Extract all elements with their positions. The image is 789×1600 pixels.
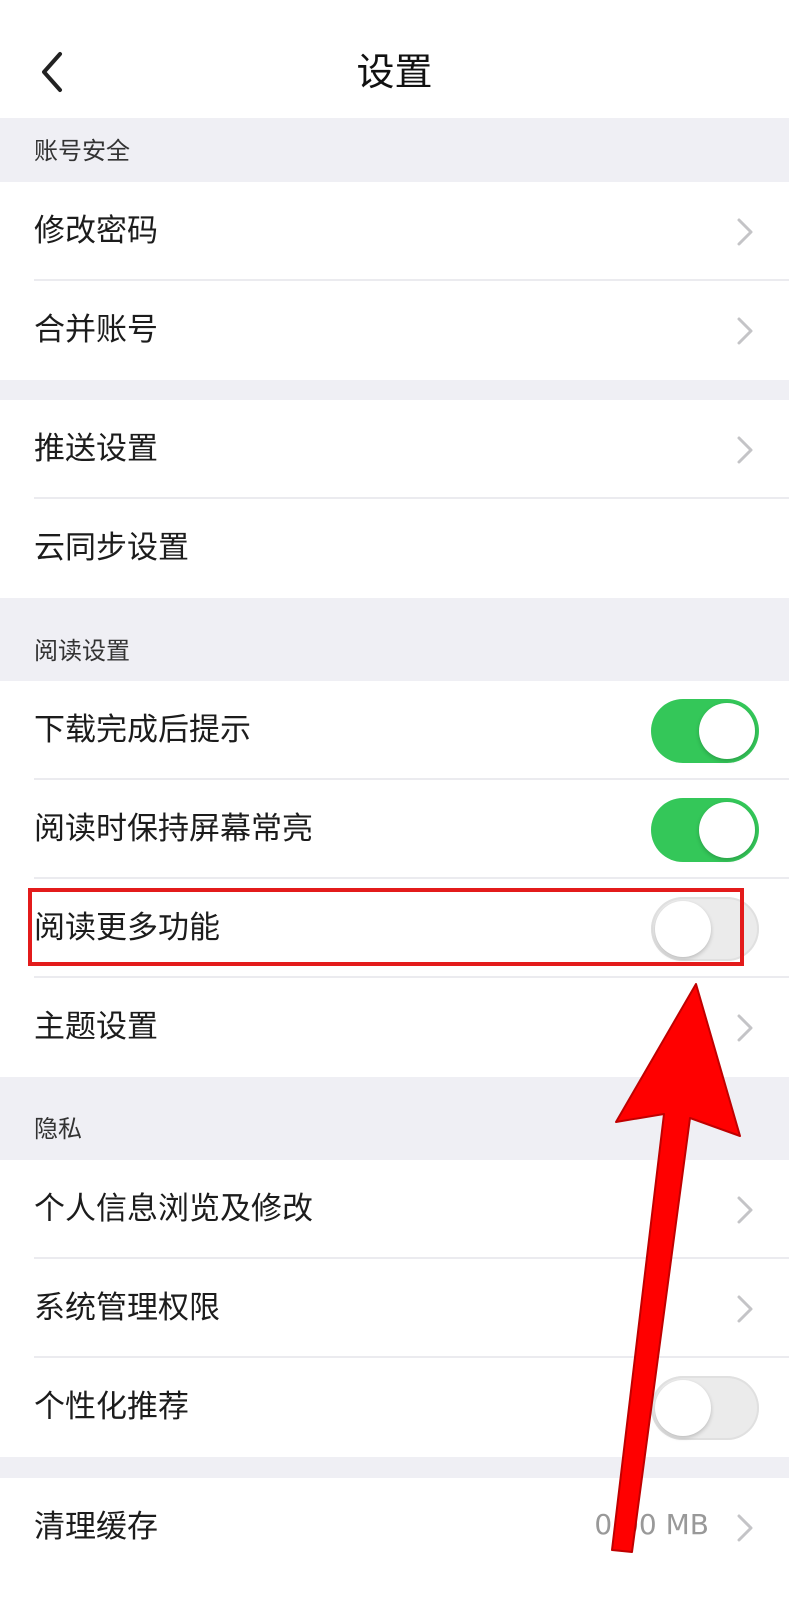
group-privacy: 个人信息浏览及修改 系统管理权限 个性化推荐: [0, 1160, 789, 1457]
group-sync: 推送设置 云同步设置: [0, 400, 789, 598]
chevron-right-icon: [737, 1514, 753, 1542]
section-header-account-security: 账号安全: [34, 137, 130, 165]
nav-bar: 设置: [0, 0, 789, 118]
chevron-right-icon: [737, 218, 753, 246]
row-clear-cache[interactable]: 清理缓存 0.00 MB: [0, 1478, 789, 1577]
row-label: 系统管理权限: [34, 1290, 220, 1326]
row-label: 主题设置: [34, 1009, 158, 1045]
row-label: 推送设置: [34, 431, 158, 467]
row-push-settings[interactable]: 推送设置: [0, 400, 789, 499]
row-label: 修改密码: [34, 213, 158, 249]
row-personalized-recommend: 个性化推荐: [0, 1358, 789, 1457]
keep-screen-on-toggle[interactable]: [651, 798, 759, 862]
chevron-right-icon: [737, 436, 753, 464]
page-title: 设置: [356, 50, 433, 94]
toggle-knob: [699, 802, 755, 858]
row-download-notify: 下载完成后提示: [0, 681, 789, 780]
toggle-knob: [699, 703, 755, 759]
highlight-box: [28, 888, 744, 966]
row-change-password[interactable]: 修改密码: [0, 182, 789, 281]
section-header-privacy: 隐私: [34, 1115, 82, 1143]
personalized-recommend-toggle[interactable]: [651, 1376, 759, 1440]
group-account: 修改密码 合并账号: [0, 182, 789, 380]
group-reading: 下载完成后提示 阅读时保持屏幕常亮 阅读更多功能 主题设置: [0, 681, 789, 1077]
download-notify-toggle[interactable]: [651, 699, 759, 763]
row-label: 下载完成后提示: [34, 712, 251, 748]
toggle-knob: [655, 1380, 711, 1436]
chevron-right-icon: [737, 317, 753, 345]
row-label: 云同步设置: [34, 530, 189, 566]
row-label: 个性化推荐: [34, 1389, 189, 1425]
row-keep-screen-on: 阅读时保持屏幕常亮: [0, 780, 789, 879]
row-personal-info[interactable]: 个人信息浏览及修改: [0, 1160, 789, 1259]
row-system-permissions[interactable]: 系统管理权限: [0, 1259, 789, 1358]
row-merge-account[interactable]: 合并账号: [0, 281, 789, 380]
group-cache: 清理缓存 0.00 MB: [0, 1478, 789, 1600]
row-label: 合并账号: [34, 312, 158, 348]
row-label: 清理缓存: [34, 1509, 158, 1545]
row-label: 阅读时保持屏幕常亮: [34, 811, 313, 847]
row-label: 个人信息浏览及修改: [34, 1191, 313, 1227]
chevron-right-icon: [737, 1196, 753, 1224]
chevron-right-icon: [737, 1014, 753, 1042]
row-theme-settings[interactable]: 主题设置: [0, 978, 789, 1077]
section-header-reading-settings: 阅读设置: [34, 637, 130, 665]
chevron-right-icon: [737, 1295, 753, 1323]
cache-size-value: 0.00 MB: [594, 1508, 709, 1541]
row-cloud-sync[interactable]: 云同步设置: [0, 499, 789, 598]
